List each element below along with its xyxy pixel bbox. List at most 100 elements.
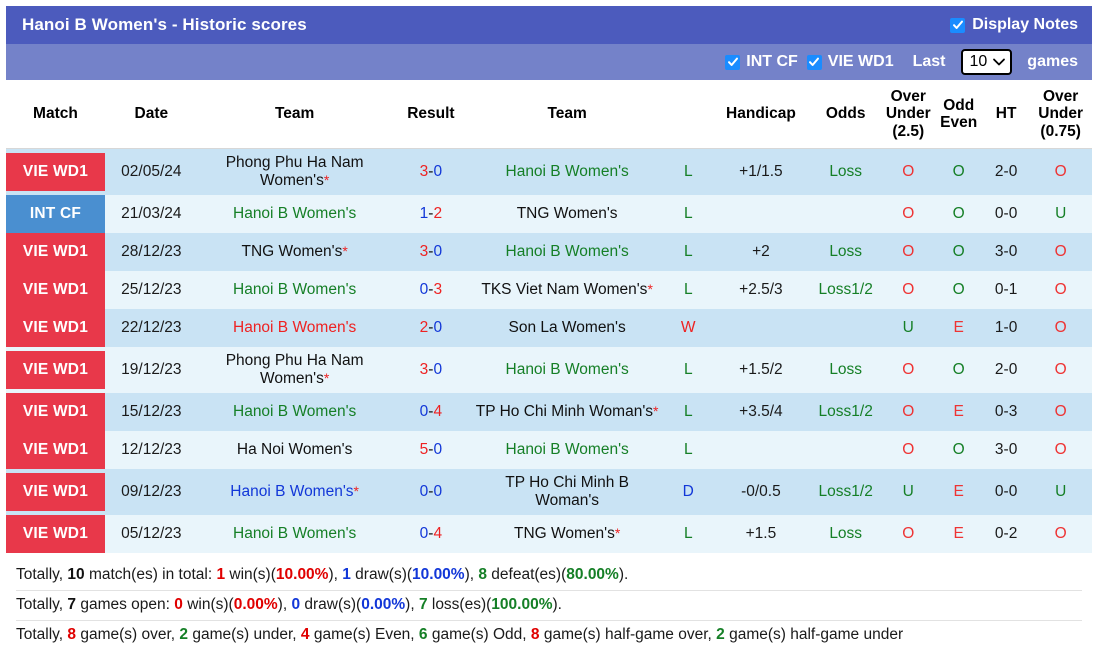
handicap-value: +2 (712, 232, 810, 271)
int-cf-label: INT CF (746, 53, 798, 70)
home-team[interactable]: Hanoi B Women's* (197, 468, 392, 515)
table-row[interactable]: VIE WD1 05/12/23 Hanoi B Women's 0-4 TNG Wom… (6, 514, 1092, 553)
halftime-score: 0-2 (982, 514, 1030, 553)
match-result: 0-0 (391, 468, 471, 515)
s3-p2: game(s) over, (76, 625, 180, 643)
win-loss-indicator: L (664, 148, 713, 196)
handicap-value (712, 430, 810, 469)
match-result: 1-2 (391, 195, 471, 233)
win-loss-indicator: L (664, 514, 713, 553)
s2-p6: ), (405, 595, 419, 613)
away-team[interactable]: Hanoi B Women's (470, 232, 665, 271)
away-team[interactable]: Hanoi B Women's (470, 346, 665, 393)
filter-int-cf[interactable]: INT CF (725, 53, 798, 71)
win-loss-indicator: L (664, 195, 713, 233)
table-row[interactable]: VIE WD1 09/12/23 Hanoi B Women's* 0-0 TP Ho … (6, 468, 1092, 515)
table-row[interactable]: INT CF 21/03/24 Hanoi B Women's 1-2 TNG Wome… (6, 195, 1092, 233)
over-under-25-value: U (882, 308, 935, 347)
odds-value (809, 195, 883, 233)
table-row[interactable]: VIE WD1 02/05/24 Phong Phu Ha Nam Women's*… (6, 148, 1092, 196)
table-row[interactable]: VIE WD1 19/12/23 Phong Phu Ha Nam Women's*… (6, 346, 1092, 393)
odds-value: Loss (809, 232, 883, 271)
s2-p1: Totally, (16, 595, 68, 613)
s2-p4: ), (277, 595, 292, 613)
over-under-075-value: O (1029, 430, 1092, 469)
check-icon (727, 57, 738, 66)
match-league-cell: VIE WD1 (6, 148, 105, 196)
league-badge: VIE WD1 (6, 153, 105, 192)
away-team[interactable]: Son La Women's (470, 308, 665, 347)
handicap-value (712, 195, 810, 233)
home-team[interactable]: Phong Phu Ha Nam Women's* (197, 346, 392, 393)
halftime-score: 2-0 (982, 346, 1030, 393)
away-team[interactable]: Hanoi B Women's (470, 430, 665, 469)
col-match: Match (6, 80, 105, 149)
table-row[interactable]: VIE WD1 28/12/23 TNG Women's* 3-0 Hanoi B Wo… (6, 232, 1092, 271)
col-team-away: Team (470, 80, 665, 149)
home-team[interactable]: Hanoi B Women's (197, 308, 392, 347)
s2-wins-pct: 0.00% (233, 595, 278, 613)
match-date: 25/12/23 (104, 270, 198, 309)
display-notes-label: Display Notes (972, 16, 1078, 33)
halftime-score: 3-0 (982, 232, 1030, 271)
s2-p7: loss(es)( (427, 595, 492, 613)
s2-p3: win(s)( (182, 595, 234, 613)
s3-p1: Totally, (16, 625, 68, 643)
home-team[interactable]: TNG Women's* (197, 232, 392, 271)
s3-odd: 6 (418, 625, 428, 643)
s1-defeats-pct: 80.00% (566, 565, 619, 583)
table-row[interactable]: VIE WD1 25/12/23 Hanoi B Women's 0-3 TKS Vie… (6, 270, 1092, 309)
title-bar: Hanoi B Women's - Historic scores Displa… (6, 6, 1092, 44)
home-team[interactable]: Ha Noi Women's (197, 430, 392, 469)
handicap-value: -0/0.5 (712, 468, 810, 515)
win-loss-indicator: L (664, 346, 713, 393)
col-team-home: Team (197, 80, 392, 149)
halftime-score: 0-0 (982, 468, 1030, 515)
match-date: 02/05/24 (104, 148, 198, 196)
page-title: Hanoi B Women's - Historic scores (22, 15, 307, 34)
away-team[interactable]: TP Ho Chi Minh Woman's* (470, 392, 665, 431)
halftime-score: 0-3 (982, 392, 1030, 431)
over-under-075-value: U (1029, 195, 1092, 233)
games-count-select[interactable]: 10 (960, 49, 1013, 75)
handicap-value: +3.5/4 (712, 392, 810, 431)
home-team[interactable]: Hanoi B Women's (197, 514, 392, 553)
table-row[interactable]: VIE WD1 15/12/23 Hanoi B Women's 0-4 TP Ho C… (6, 392, 1092, 431)
col-wl (664, 80, 713, 149)
table-row[interactable]: VIE WD1 12/12/23 Ha Noi Women's 5-0 Hanoi B … (6, 430, 1092, 469)
s1-draws-pct: 10.00% (412, 565, 465, 583)
filter-vie-wd1[interactable]: VIE WD1 (806, 53, 894, 71)
int-cf-checkbox[interactable] (725, 54, 741, 70)
home-team[interactable]: Hanoi B Women's (197, 270, 392, 309)
away-team[interactable]: TNG Women's (470, 195, 665, 233)
home-team[interactable]: Phong Phu Ha Nam Women's* (197, 148, 392, 196)
s3-even: 4 (300, 625, 310, 643)
away-team[interactable]: TP Ho Chi Minh B Woman's (470, 468, 665, 515)
col-handicap: Handicap (712, 80, 810, 149)
display-notes-checkbox[interactable] (950, 17, 966, 33)
match-league-cell: VIE WD1 (6, 392, 105, 431)
col-ou-line1: Over (890, 88, 926, 105)
table-body: VIE WD1 02/05/24 Phong Phu Ha Nam Women's*… (6, 148, 1092, 553)
away-team[interactable]: TNG Women's* (470, 514, 665, 553)
home-team[interactable]: Hanoi B Women's (197, 195, 392, 233)
odds-value: Loss1/2 (809, 468, 883, 515)
over-under-25-value: O (882, 148, 935, 196)
over-under-075-value: U (1029, 468, 1092, 515)
home-team[interactable]: Hanoi B Women's (197, 392, 392, 431)
games-count-value: 10 (969, 53, 988, 70)
vie-wd1-checkbox[interactable] (806, 54, 822, 70)
over-under-075-value: O (1029, 148, 1092, 196)
match-league-cell: VIE WD1 (6, 430, 105, 469)
col-oe-line2: Even (940, 114, 978, 132)
halftime-score: 0-0 (982, 195, 1030, 233)
s2-wins: 0 (174, 595, 183, 613)
s1-wins: 1 (216, 565, 226, 583)
col-odd-even: Odd Even (934, 80, 983, 149)
s1-p6: ), (464, 565, 479, 583)
display-notes-toggle[interactable]: Display Notes (950, 16, 1078, 34)
col-ou-line2: Under (885, 105, 931, 123)
table-row[interactable]: VIE WD1 22/12/23 Hanoi B Women's 2-0 Son La … (6, 308, 1092, 347)
away-team[interactable]: TKS Viet Nam Women's* (470, 270, 665, 309)
away-team[interactable]: Hanoi B Women's (470, 148, 665, 196)
